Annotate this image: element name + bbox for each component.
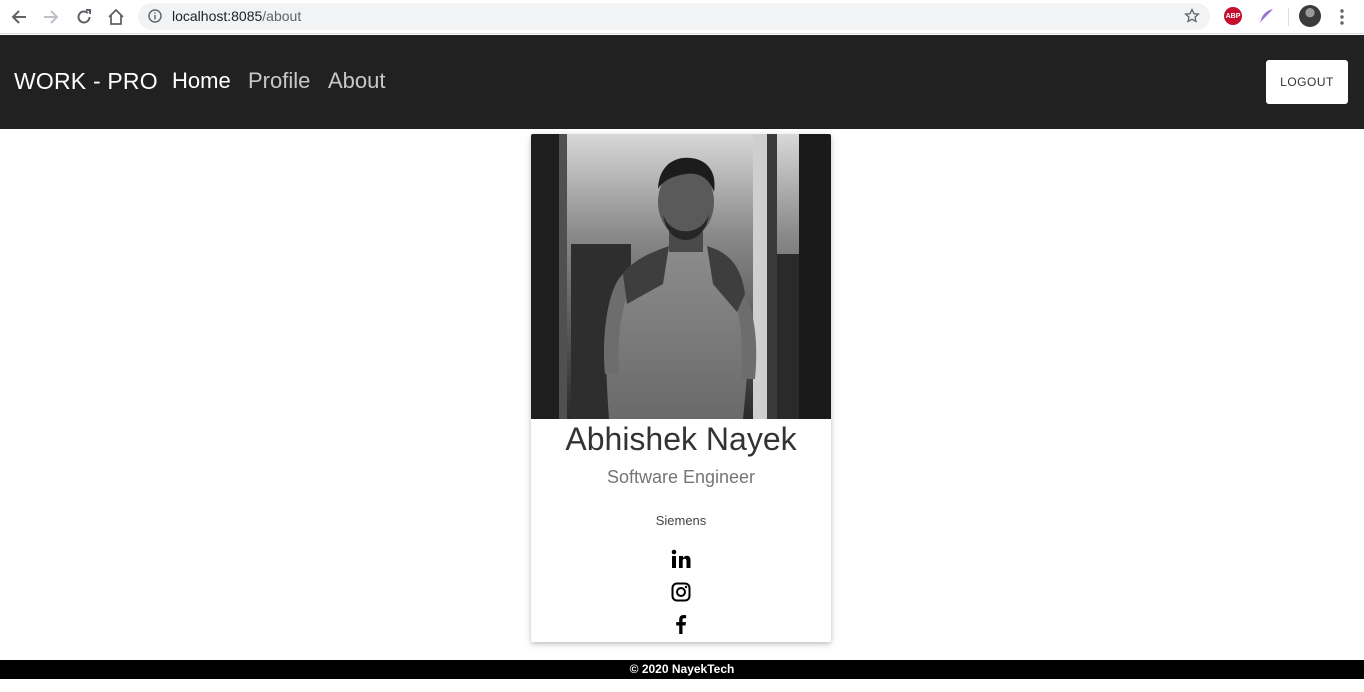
kebab-menu-icon[interactable] xyxy=(1334,7,1350,27)
facebook-icon[interactable] xyxy=(670,613,692,635)
nav-link-profile[interactable]: Profile xyxy=(248,68,310,94)
back-arrow-icon[interactable] xyxy=(8,6,30,28)
instagram-icon[interactable] xyxy=(670,581,692,603)
feather-icon[interactable] xyxy=(1256,6,1276,26)
profile-company: Siemens xyxy=(655,513,707,528)
app-navbar: WORK - PRO Home Profile About LOGOUT xyxy=(0,35,1364,129)
browser-toolbar: localhost:8085/about ABP xyxy=(0,0,1364,34)
profile-role: Software Engineer xyxy=(606,467,756,487)
url-host: localhost:8085 xyxy=(172,8,263,24)
toolbar-divider xyxy=(1288,8,1289,26)
profile-photo xyxy=(531,134,831,419)
reload-icon[interactable] xyxy=(73,6,95,28)
address-bar[interactable]: localhost:8085/about xyxy=(138,3,1210,30)
brand-logo[interactable]: WORK - PRO xyxy=(14,68,158,95)
nav-link-about[interactable]: About xyxy=(328,68,386,94)
footer: © 2020 NayekTech xyxy=(0,660,1364,679)
info-icon[interactable] xyxy=(148,9,162,23)
linkedin-icon[interactable] xyxy=(670,548,692,570)
profile-avatar[interactable] xyxy=(1299,5,1321,27)
bookmark-star-icon[interactable] xyxy=(1184,7,1200,24)
url-text: localhost:8085/about xyxy=(172,8,301,24)
logout-button[interactable]: LOGOUT xyxy=(1266,60,1348,104)
home-icon[interactable] xyxy=(105,6,127,28)
profile-name: Abhishek Nayek xyxy=(565,421,797,457)
url-path: /about xyxy=(262,8,302,24)
abp-icon[interactable]: ABP xyxy=(1224,7,1242,25)
forward-arrow-icon[interactable] xyxy=(40,6,62,28)
profile-card: Abhishek Nayek Software Engineer Siemens xyxy=(531,134,831,642)
nav-link-home[interactable]: Home xyxy=(172,68,231,94)
